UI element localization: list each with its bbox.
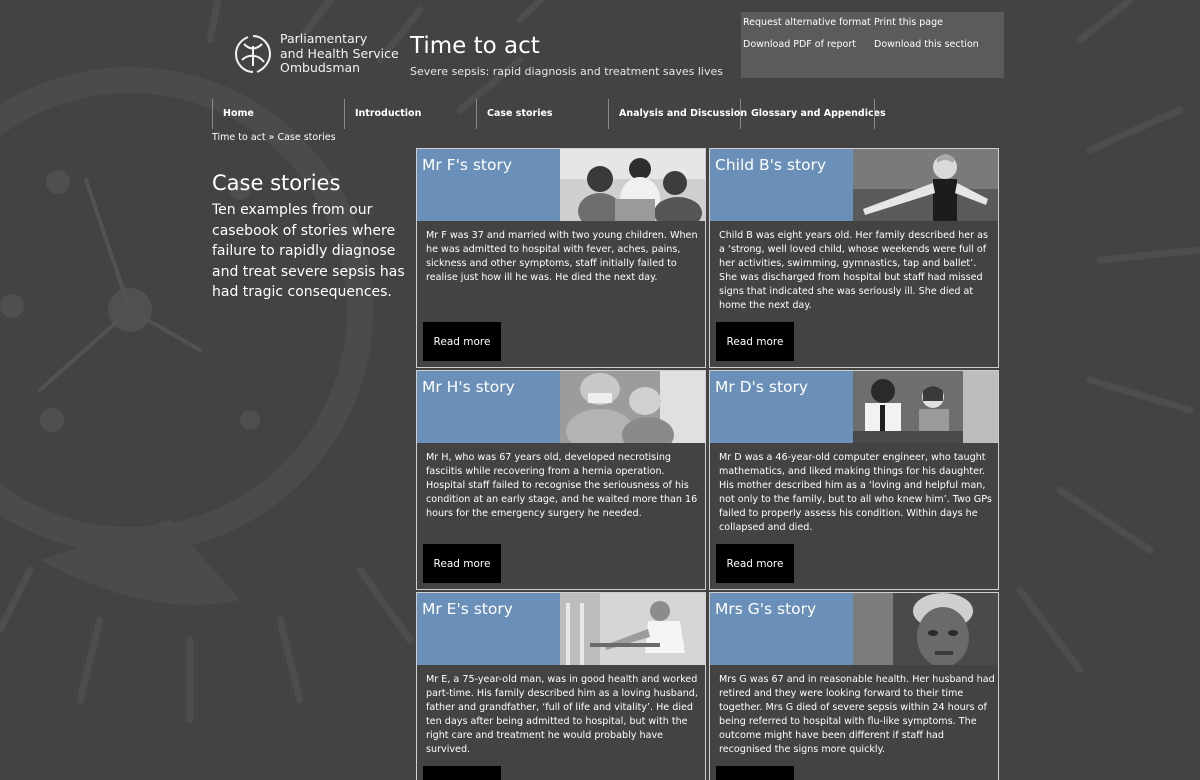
card-title[interactable]: Mr H's story [422, 378, 515, 396]
site-title: Time to act [410, 33, 540, 59]
card-summary: Child B was eight years old. Her family … [719, 230, 989, 311]
story-card-child-b: Child B's story Child B was eight years … [709, 148, 999, 368]
request-alternative-format-link[interactable]: Request alternative format [743, 17, 871, 28]
card-summary: Mr H, who was 67 years old, developed ne… [426, 452, 698, 519]
card-summary: Mr F was 37 and married with two young c… [426, 230, 698, 283]
download-pdf-link[interactable]: Download PDF of report [743, 39, 856, 50]
story-card-mr-h: Mr H's story Mr H, who was 67 years old,… [416, 370, 706, 590]
ombudsman-logo[interactable]: Parliamentary and Health Service Ombudsm… [232, 30, 402, 78]
card-title[interactable]: Mr F's story [422, 156, 512, 174]
nav-item-introduction[interactable]: Introduction [344, 99, 476, 129]
print-page-link[interactable]: Print this page [874, 17, 943, 28]
read-more-button[interactable]: Read more [716, 322, 794, 361]
elderly-woman-photo [853, 593, 998, 665]
logo-line: and Health Service [280, 45, 399, 61]
card-summary: Mr E, a 75-year-old man, was in good hea… [426, 674, 698, 755]
elderly-man-photo [560, 593, 705, 665]
page-heading: Case stories [212, 171, 341, 195]
father-daughter-photo [853, 371, 998, 443]
girl-dancing-photo [853, 149, 998, 221]
nav-item-glossary[interactable]: Glossary and Appendices [740, 99, 886, 129]
card-title[interactable]: Mr D's story [715, 378, 808, 396]
download-section-link[interactable]: Download this section [874, 39, 979, 50]
story-card-mr-e: Mr E's story Mr E, a 75-year-old man, wa… [416, 592, 706, 780]
logo-text: Parliamentary and Health Service Ombudsm… [280, 31, 399, 76]
nav-item-case-stories[interactable]: Case stories [476, 99, 608, 129]
read-more-button[interactable]: Read more [423, 766, 501, 780]
read-more-button[interactable]: Read more [716, 544, 794, 583]
nav-item-analysis[interactable]: Analysis and Discussion [608, 99, 747, 129]
page-intro: Ten examples from our casebook of storie… [212, 202, 405, 301]
breadcrumb-separator: » [265, 132, 278, 143]
site-subtitle: Severe sepsis: rapid diagnosis and treat… [410, 65, 724, 78]
read-more-button[interactable]: Read more [716, 766, 794, 780]
logo-line: Parliamentary [280, 31, 368, 46]
family-photo [560, 149, 705, 221]
logo-line: Ombudsman [280, 60, 361, 75]
card-summary: Mr D was a 46-year-old computer engineer… [719, 452, 992, 533]
card-summary: Mrs G was 67 and in reasonable health. H… [719, 674, 995, 755]
card-title[interactable]: Child B's story [715, 156, 826, 174]
utility-links-panel: Request alternative format Print this pa… [741, 12, 1004, 78]
nav-item-home[interactable]: Home [212, 99, 344, 129]
nav-divider [874, 99, 875, 129]
read-more-button[interactable]: Read more [423, 322, 501, 361]
story-card-mr-d: Mr D's story Mr D was a 46-year-old comp… [709, 370, 999, 590]
ombudsman-emblem-icon [234, 35, 272, 73]
breadcrumb-parent-link[interactable]: Time to act [212, 132, 266, 143]
read-more-button[interactable]: Read more [423, 544, 501, 583]
surgeons-photo [560, 371, 705, 443]
breadcrumb: Time to act » Case stories [212, 132, 336, 143]
story-card-mrs-g: Mrs G's story Mrs G was 67 and in reason… [709, 592, 999, 780]
card-title[interactable]: Mrs G's story [715, 600, 816, 618]
breadcrumb-current: Case stories [277, 132, 336, 143]
card-title[interactable]: Mr E's story [422, 600, 513, 618]
story-card-mr-f: Mr F's story Mr F was 37 and married wit… [416, 148, 706, 368]
